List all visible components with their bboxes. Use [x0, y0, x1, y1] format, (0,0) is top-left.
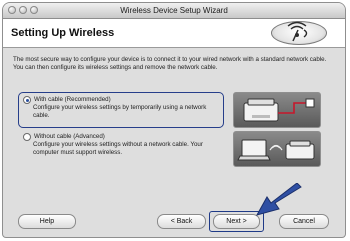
laptop-wireless-illustration [233, 131, 321, 167]
option-without-cable[interactable]: Without cable (Advanced) Configure your … [23, 133, 223, 157]
radio-without-cable[interactable] [23, 133, 31, 141]
radio-with-cable[interactable] [23, 96, 31, 104]
wizard-header: Setting Up Wireless [3, 19, 345, 48]
window-controls [8, 6, 38, 14]
wizard-content: The most secure way to configure your de… [3, 47, 345, 237]
back-button[interactable]: < Back [157, 214, 206, 229]
wizard-window: Wireless Device Setup Wizard Setting Up … [3, 3, 345, 237]
option-label: Without cable (Advanced) [34, 133, 105, 140]
intro-text: The most secure way to configure your de… [13, 56, 327, 71]
page-title: Setting Up Wireless [11, 27, 115, 39]
option-description: Configure your wireless settings by temp… [33, 104, 207, 119]
option-label: With cable (Recommended) [34, 96, 111, 103]
option-with-cable[interactable]: With cable (Recommended) Configure your … [18, 92, 224, 128]
printer-wired-illustration [233, 92, 321, 128]
zoom-window-button[interactable] [30, 6, 38, 14]
close-window-button[interactable] [8, 6, 16, 14]
minimize-window-button[interactable] [19, 6, 27, 14]
wireless-signal-icon [271, 21, 327, 45]
option-description: Configure your wireless settings without… [33, 141, 203, 156]
window-title: Wireless Device Setup Wizard [120, 6, 228, 15]
arrow-icon [253, 182, 305, 226]
help-button[interactable]: Help [18, 214, 76, 229]
title-bar: Wireless Device Setup Wizard [3, 3, 345, 19]
